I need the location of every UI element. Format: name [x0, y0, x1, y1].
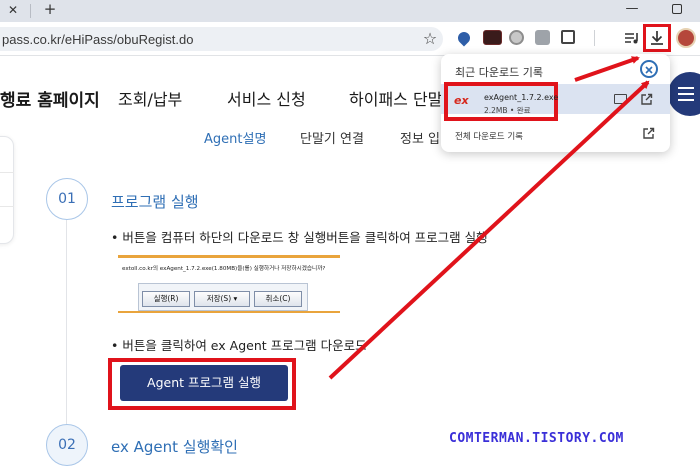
extension-gear-icon[interactable] [509, 30, 524, 45]
extension-dark-icon[interactable] [483, 30, 502, 45]
run-agent-button[interactable]: Agent 프로그램 실행 [120, 365, 288, 401]
step-title-2: ex Agent 실행확인 [111, 438, 238, 456]
tab-divider [30, 4, 31, 18]
hamburger-menu-icon-bar [678, 99, 694, 101]
downloads-button[interactable] [643, 24, 671, 52]
step-number-2: 02 [46, 424, 88, 466]
step-number-1: 01 [46, 178, 88, 220]
step-1-instruction: • 버튼을 컴퓨터 하단의 다운로드 창 실행버튼을 클릭하여 프로그램 실행 [111, 230, 488, 245]
site-title[interactable]: 행료 홈페이지 [0, 86, 100, 111]
step-1-download-text: 버튼을 클릭하여 ex Agent 프로그램 다운로드 [122, 338, 367, 353]
side-panel-divider [0, 206, 14, 207]
bookmark-star-icon[interactable]: ☆ [420, 28, 440, 50]
history-open-external-icon[interactable] [642, 127, 655, 140]
watermark: COMTERMAN.TISTORY.COM [449, 431, 624, 446]
extension-photo-icon[interactable] [535, 30, 550, 45]
hamburger-menu-icon [678, 87, 694, 89]
maximize-window-icon[interactable] [672, 4, 682, 14]
media-queue-icon[interactable] [624, 30, 640, 46]
hamburger-menu-icon-bar [678, 93, 694, 95]
subnav-agent[interactable]: Agent설명 [204, 128, 266, 147]
nav-item-inquiry[interactable]: 조회/납부 [118, 86, 182, 110]
close-tab-icon[interactable]: ✕ [4, 1, 22, 19]
mini-cancel-button: 취소(C) [254, 291, 302, 307]
mini-save-button: 저장(S) ▾ [194, 291, 250, 307]
side-panel-divider [0, 172, 14, 173]
download-icon [651, 31, 663, 45]
show-in-folder-icon[interactable] [614, 94, 627, 104]
step-1-instruction-text: 버튼을 컴퓨터 하단의 다운로드 창 실행버튼을 클릭하여 프로그램 실행 [122, 230, 488, 245]
download-filename[interactable]: exAgent_1.7.2.exe [484, 93, 558, 102]
open-external-icon[interactable] [640, 93, 653, 106]
toolbar-divider [594, 30, 595, 46]
profile-avatar[interactable] [676, 28, 696, 48]
mini-run-button: 실행(R) [142, 291, 190, 307]
step-timeline [66, 220, 67, 432]
tab-strip: ✕ + — [0, 0, 700, 22]
download-bar-prompt: extoll.co.kr의 exAgent_1.7.2.exe(1.80MB)을… [122, 266, 326, 272]
nav-item-service[interactable]: 서비스 신청 [227, 86, 306, 110]
new-tab-icon[interactable]: + [40, 0, 60, 20]
step-1-download-instruction: • 버튼을 클릭하여 ex Agent 프로그램 다운로드 [111, 338, 367, 353]
minimize-window-icon[interactable]: — [622, 0, 642, 20]
ex-logo-icon: ex [454, 94, 469, 107]
popup-close-icon[interactable] [640, 60, 658, 78]
download-meta: 2.2MB • 완료 [484, 106, 531, 115]
step-title-1: 프로그램 실행 [111, 193, 199, 211]
address-url[interactable]: pass.co.kr/eHiPass/obuRegist.do [2, 33, 193, 47]
mini-save-label: 저장(S) [206, 294, 232, 303]
close-x-icon [645, 66, 653, 74]
full-download-history-link[interactable]: 전체 다운로드 기록 [455, 130, 523, 142]
extensions-puzzle-icon[interactable] [561, 30, 575, 44]
side-panel [0, 136, 14, 244]
subnav-device[interactable]: 단말기 연결 [300, 128, 364, 147]
downloads-popup-title: 최근 다운로드 기록 [455, 66, 543, 79]
